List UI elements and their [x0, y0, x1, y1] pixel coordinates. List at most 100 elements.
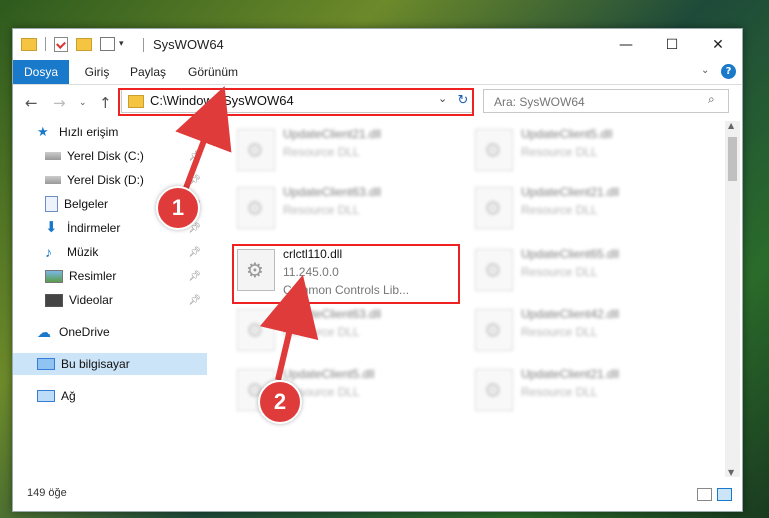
maximize-button[interactable]: ☐	[649, 29, 695, 60]
sidebar-item-pictures[interactable]: Resimler 📌︎	[13, 265, 207, 287]
file-description: Resource DLL	[521, 325, 598, 339]
title-separator	[143, 38, 144, 52]
list-item[interactable]: UpdateClient21.dll Resource DLL	[233, 125, 459, 179]
view-options-icon[interactable]	[100, 37, 115, 51]
dll-file-icon	[475, 309, 513, 351]
quick-access-toolbar: ▾	[21, 36, 124, 52]
list-item[interactable]: UpdateClient63.dll Resource DLL	[233, 305, 459, 359]
file-description: Resource DLL	[283, 203, 360, 217]
separator	[45, 37, 46, 51]
sidebar-item-videos[interactable]: Videolar 📌︎	[13, 289, 207, 311]
new-folder-icon[interactable]	[76, 37, 92, 51]
dll-file-icon	[475, 187, 513, 229]
sidebar-item-network[interactable]: Ağ	[13, 385, 207, 407]
sidebar-item-this-pc[interactable]: Bu bilgisayar	[13, 353, 207, 375]
large-icons-view-icon[interactable]	[717, 488, 732, 501]
documents-icon	[45, 196, 58, 212]
file-description: Resource DLL	[521, 385, 598, 399]
recent-locations-icon[interactable]: ⌄	[79, 98, 87, 108]
navigation-pane: ★ Hızlı erişim Yerel Disk (C:) 📌︎ Yerel …	[13, 121, 207, 477]
file-name: UpdateClient21.dll	[521, 367, 620, 381]
pin-icon[interactable]: 📌︎	[188, 247, 201, 258]
drive-icon	[45, 152, 61, 160]
sidebar-item-onedrive[interactable]: ☁ OneDrive	[13, 321, 207, 343]
tab-file[interactable]: Dosya	[13, 60, 69, 84]
dll-file-icon	[237, 309, 275, 351]
cloud-icon: ☁	[37, 324, 51, 340]
network-icon	[37, 390, 55, 402]
expand-ribbon-icon[interactable]: ⌄	[701, 65, 709, 76]
step-badge-2: 2	[258, 380, 302, 424]
music-icon: ♪	[45, 244, 52, 260]
pictures-icon	[45, 269, 63, 283]
scrollbar-thumb[interactable]	[728, 137, 737, 181]
window-title: SysWOW64	[153, 37, 224, 52]
sidebar-item-label: Videolar	[69, 293, 113, 307]
sidebar-item-label: Müzik	[67, 245, 99, 259]
file-name: UpdateClient5.dll	[283, 367, 375, 381]
vertical-scrollbar[interactable]: ▲ ▼	[725, 121, 740, 477]
dll-file-icon	[475, 369, 513, 411]
search-icon: ⌕	[708, 92, 715, 106]
sidebar-item-music[interactable]: ♪ Müzik 📌︎	[13, 241, 207, 263]
file-highlight-box	[232, 244, 460, 304]
list-item[interactable]: UpdateClient65.dll Resource DLL	[471, 245, 697, 299]
file-description: Resource DLL	[521, 265, 598, 279]
file-name: UpdateClient63.dll	[283, 307, 382, 321]
sidebar-item-quick-access[interactable]: ★ Hızlı erişim	[13, 121, 207, 143]
file-name: UpdateClient21.dll	[283, 127, 382, 141]
help-icon[interactable]: ?	[721, 64, 736, 79]
scroll-down-icon[interactable]: ▼	[728, 468, 734, 477]
properties-icon[interactable]	[54, 36, 68, 52]
item-count: 149 öğe	[27, 487, 67, 499]
list-item[interactable]: UpdateClient5.dll Resource DLL	[471, 125, 697, 179]
back-arrow-icon[interactable]: ←	[25, 94, 38, 112]
sidebar-item-label: Bu bilgisayar	[61, 357, 130, 371]
up-arrow-icon[interactable]: ↑	[99, 94, 112, 112]
file-name: UpdateClient63.dll	[283, 185, 382, 199]
list-item[interactable]: UpdateClient21.dll Resource DLL	[471, 183, 697, 237]
sidebar-item-label: Belgeler	[64, 197, 109, 211]
sidebar-item-label: İndirmeler	[67, 221, 121, 235]
file-description: Resource DLL	[283, 145, 360, 159]
tab-share[interactable]: Paylaş	[123, 60, 173, 84]
search-input[interactable]	[492, 92, 696, 112]
dll-file-icon	[237, 187, 275, 229]
file-name: UpdateClient5.dll	[521, 127, 613, 141]
videos-icon	[45, 293, 63, 307]
tab-home[interactable]: Giriş	[75, 60, 119, 84]
close-button[interactable]: ✕	[695, 29, 741, 60]
pin-icon[interactable]: 📌︎	[188, 271, 201, 282]
folder-icon[interactable]	[21, 37, 37, 51]
pin-icon[interactable]: 📌︎	[188, 175, 201, 186]
list-item[interactable]: UpdateClient63.dll Resource DLL	[233, 183, 459, 237]
pin-icon[interactable]: 📌︎	[188, 151, 201, 162]
details-view-icon[interactable]	[697, 488, 712, 501]
drive-icon	[45, 176, 61, 184]
sidebar-item-label: Ağ	[61, 389, 76, 403]
tab-view[interactable]: Görünüm	[183, 60, 243, 84]
address-highlight-box	[118, 88, 474, 116]
sidebar-item-label: Hızlı erişim	[59, 125, 119, 139]
dll-file-icon	[475, 249, 513, 291]
file-description: Resource DLL	[521, 145, 598, 159]
download-icon: ⬇	[45, 219, 58, 236]
star-icon: ★	[37, 124, 49, 139]
minimize-button[interactable]: —	[603, 29, 649, 60]
ribbon: Dosya Giriş Paylaş Görünüm ⌄ ?	[13, 60, 742, 85]
list-item[interactable]: UpdateClient21.dll Resource DLL	[471, 365, 697, 419]
forward-arrow-icon[interactable]: →	[53, 94, 66, 112]
dll-file-icon	[475, 129, 513, 171]
search-box[interactable]: ⌕	[483, 89, 729, 113]
file-description: Resource DLL	[283, 325, 360, 339]
file-name: UpdateClient65.dll	[521, 247, 620, 261]
title-bar: ▾ SysWOW64 — ☐ ✕	[13, 29, 742, 60]
scroll-up-icon[interactable]: ▲	[728, 121, 734, 130]
file-name: UpdateClient21.dll	[521, 185, 620, 199]
step-badge-1: 1	[156, 186, 200, 230]
customize-dropdown-icon[interactable]: ▾	[119, 39, 124, 49]
sidebar-item-label: OneDrive	[59, 325, 110, 339]
sidebar-item-local-disk-c[interactable]: Yerel Disk (C:) 📌︎	[13, 145, 207, 167]
list-item[interactable]: UpdateClient42.dll Resource DLL	[471, 305, 697, 359]
pin-icon[interactable]: 📌︎	[188, 295, 201, 306]
